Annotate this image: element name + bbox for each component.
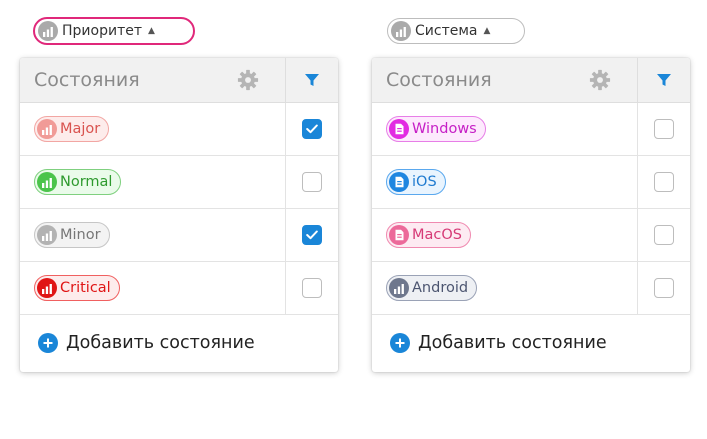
chip-label: Android: [412, 280, 469, 296]
signal-bars-icon: [391, 21, 411, 41]
checkbox-normal[interactable]: [302, 172, 322, 192]
signal-bars-icon: [389, 278, 409, 298]
status-chip-android[interactable]: Android: [386, 275, 478, 301]
priority-filter-trigger[interactable]: Приоритет ▲: [33, 17, 195, 45]
checkbox-macos[interactable]: [654, 225, 674, 245]
trigger-label: Приоритет: [62, 23, 142, 39]
status-chip-windows[interactable]: Windows: [386, 116, 486, 142]
status-chip-macos[interactable]: MacOS: [386, 222, 471, 248]
status-chip-minor[interactable]: Minor: [34, 222, 110, 248]
signal-bars-icon: [38, 21, 58, 41]
list-item: MacOS: [372, 209, 690, 262]
checkbox-major[interactable]: [302, 119, 322, 139]
chip-label: MacOS: [412, 227, 462, 243]
signal-bars-icon: [37, 119, 57, 139]
panel-title: Состояния: [386, 69, 492, 91]
system-dropdown-panel: Состояния Windows iOS MacOS Android Доба…: [372, 58, 690, 372]
chip-label: iOS: [412, 174, 437, 190]
panel-header: Состояния: [20, 58, 338, 103]
plus-circle-icon: [390, 332, 410, 353]
filter-icon[interactable]: [637, 58, 690, 102]
document-icon: [389, 225, 409, 245]
list-item: Normal: [20, 156, 338, 209]
status-chip-major[interactable]: Major: [34, 116, 110, 142]
gear-icon[interactable]: [587, 58, 613, 102]
list-item: Windows: [372, 103, 690, 156]
plus-circle-icon: [38, 332, 58, 353]
caret-up-icon: ▲: [483, 26, 491, 36]
status-chip-normal[interactable]: Normal: [34, 169, 122, 195]
status-chip-critical[interactable]: Critical: [34, 275, 120, 301]
checkbox-minor[interactable]: [302, 225, 322, 245]
chip-label: Minor: [60, 227, 101, 243]
checkbox-android[interactable]: [654, 278, 674, 298]
chip-label: Critical: [60, 280, 111, 296]
add-state-label: Добавить состояние: [66, 332, 255, 353]
system-filter-trigger[interactable]: Система ▲: [387, 18, 525, 44]
signal-bars-icon: [37, 172, 57, 192]
gear-icon[interactable]: [235, 58, 261, 102]
list-item: Minor: [20, 209, 338, 262]
document-icon: [389, 119, 409, 139]
signal-bars-icon: [37, 278, 57, 298]
add-state-button[interactable]: Добавить состояние: [372, 315, 690, 370]
add-state-button[interactable]: Добавить состояние: [20, 315, 338, 370]
panel-title: Состояния: [34, 69, 140, 91]
checkbox-windows[interactable]: [654, 119, 674, 139]
list-item: iOS: [372, 156, 690, 209]
list-item: Critical: [20, 262, 338, 315]
checkbox-critical[interactable]: [302, 278, 322, 298]
chip-label: Major: [60, 121, 101, 137]
chip-label: Normal: [60, 174, 113, 190]
list-item: Major: [20, 103, 338, 156]
list-item: Android: [372, 262, 690, 315]
checkbox-ios[interactable]: [654, 172, 674, 192]
status-chip-ios[interactable]: iOS: [386, 169, 446, 195]
chip-label: Windows: [412, 121, 477, 137]
signal-bars-icon: [37, 225, 57, 245]
filter-icon[interactable]: [285, 58, 338, 102]
document-icon: [389, 172, 409, 192]
priority-dropdown-panel: Состояния Major Normal Minor Critical До…: [20, 58, 338, 372]
trigger-label: Система: [415, 23, 478, 39]
panel-header: Состояния: [372, 58, 690, 103]
add-state-label: Добавить состояние: [418, 332, 607, 353]
caret-up-icon: ▲: [148, 26, 155, 36]
